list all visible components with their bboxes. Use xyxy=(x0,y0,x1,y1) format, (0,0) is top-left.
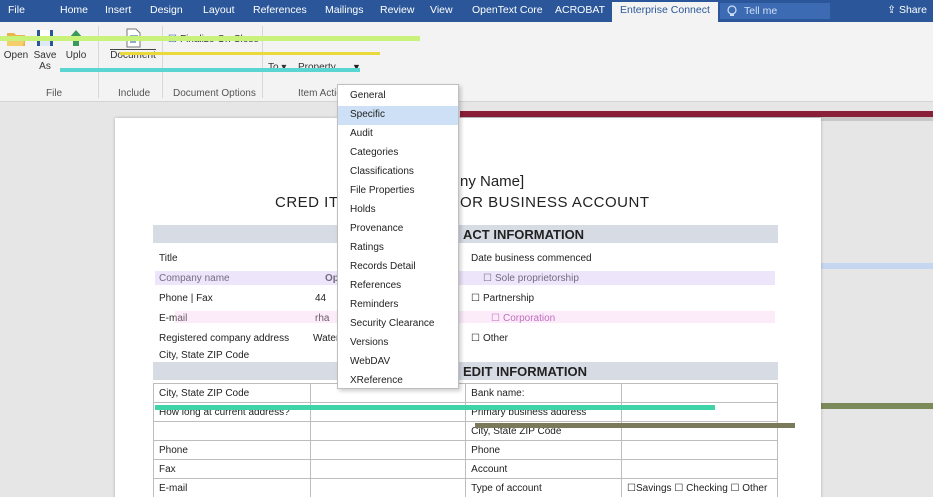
group-label-file: File xyxy=(46,88,63,99)
table-row: E-mail Type of account ☐Savings ☐ Checki… xyxy=(153,478,778,497)
save-as-button[interactable]: Save As xyxy=(32,28,58,72)
group-label-include: Include xyxy=(118,88,151,99)
menu-item-reminders[interactable]: Reminders xyxy=(338,296,458,315)
address-value[interactable]: Water xyxy=(313,333,339,344)
menu-item-file-properties[interactable]: File Properties xyxy=(338,182,458,201)
field-city-state-zip: City, State ZIP Code xyxy=(159,350,250,361)
menu-item-audit[interactable]: Audit xyxy=(338,125,458,144)
ribbon-tab-bar: File Home Insert Design Layout Reference… xyxy=(0,0,933,22)
field-date-commenced: Date business commenced xyxy=(471,253,592,264)
tab-mailings[interactable]: Mailings xyxy=(325,4,364,16)
render-glitch xyxy=(60,68,360,72)
menu-item-ratings[interactable]: Ratings xyxy=(338,239,458,258)
document-label: Document xyxy=(110,49,156,61)
upload-button[interactable]: Uplo xyxy=(62,28,90,61)
document-page[interactable]: ny Name] CRED IT APPLICATION FOR BUSINES… xyxy=(115,118,821,497)
table-cell xyxy=(153,421,311,441)
render-glitch xyxy=(120,52,380,55)
table-cell[interactable] xyxy=(309,478,467,497)
table-cell[interactable] xyxy=(621,459,778,479)
field-title: Title xyxy=(159,253,178,264)
tab-review[interactable]: Review xyxy=(380,4,414,16)
table-row: Phone Phone xyxy=(153,440,778,460)
menu-item-records-detail[interactable]: Records Detail xyxy=(338,258,458,277)
menu-item-categories[interactable]: Categories xyxy=(338,144,458,163)
tell-me-label: Tell me xyxy=(744,5,778,17)
tab-acrobat[interactable]: ACROBAT xyxy=(555,4,605,16)
option-other[interactable]: Other xyxy=(471,333,508,344)
field-registered-address: Registered company address xyxy=(159,333,290,344)
table-cell[interactable] xyxy=(309,459,467,479)
menu-item-classifications[interactable]: Classifications xyxy=(338,163,458,182)
table-cell: Fax xyxy=(153,459,311,479)
credit-information-header: EDIT INFORMATION xyxy=(153,362,778,380)
tab-design[interactable]: Design xyxy=(150,4,183,16)
render-glitch xyxy=(175,311,775,323)
field-phone-fax: Phone | Fax xyxy=(159,293,213,304)
ribbon: Open Save As Uplo Document Finalize On C… xyxy=(0,22,933,102)
tab-layout[interactable]: Layout xyxy=(203,4,235,16)
share-label: Share xyxy=(898,4,927,16)
tab-insert[interactable]: Insert xyxy=(105,4,131,16)
credit-information-label: EDIT INFORMATION xyxy=(463,364,587,379)
group-label-document-options: Document Options xyxy=(173,88,256,99)
table-cell: Account xyxy=(465,459,622,479)
share-icon: ⇪ xyxy=(887,4,899,16)
tell-me-search[interactable]: Tell me xyxy=(720,3,830,19)
share-button[interactable]: ⇪ Share xyxy=(887,4,927,16)
tab-view[interactable]: View xyxy=(430,4,453,16)
table-row: Fax Account xyxy=(153,459,778,479)
table-cell: Phone xyxy=(465,440,622,460)
phone-value[interactable]: 44 xyxy=(315,293,326,304)
menu-item-holds[interactable]: Holds xyxy=(338,201,458,220)
upload-label: Uplo xyxy=(65,50,87,61)
table-cell: Bank name: xyxy=(465,383,622,403)
render-glitch xyxy=(820,263,933,269)
tab-enterprise-connect[interactable]: Enterprise Connect xyxy=(612,2,718,22)
menu-item-specific[interactable]: Specific xyxy=(338,106,458,125)
render-glitch xyxy=(155,271,775,285)
table-cell[interactable] xyxy=(621,440,778,460)
property-dropdown-menu: General Specific Audit Categories Classi… xyxy=(337,84,459,389)
table-cell: Type of account xyxy=(465,478,622,497)
render-glitch xyxy=(0,36,420,41)
table-cell[interactable] xyxy=(309,440,467,460)
menu-item-provenance[interactable]: Provenance xyxy=(338,220,458,239)
group-label-item-actions: Item Actio xyxy=(298,88,342,99)
table-row: City, State ZIP Code Bank name: xyxy=(153,383,778,403)
open-button[interactable]: Open xyxy=(2,28,30,61)
save-as-label-2: As xyxy=(39,61,51,72)
credit-table: City, State ZIP Code Bank name: How long… xyxy=(153,383,778,497)
contact-information-label: ACT INFORMATION xyxy=(463,227,585,242)
render-glitch xyxy=(155,405,715,410)
contact-information-header: ACT INFORMATION xyxy=(153,225,778,243)
tab-home[interactable]: Home xyxy=(60,4,88,16)
table-cell[interactable] xyxy=(621,383,778,403)
tab-opentext-core[interactable]: OpenText Core xyxy=(472,4,543,16)
table-cell[interactable]: ☐Savings ☐ Checking ☐ Other xyxy=(621,478,778,497)
menu-item-security-clearance[interactable]: Security Clearance xyxy=(338,315,458,334)
table-cell: E-mail xyxy=(153,478,311,497)
company-name-heading: ny Name] xyxy=(460,173,525,190)
lightbulb-icon xyxy=(727,5,737,16)
menu-item-references[interactable]: References xyxy=(338,277,458,296)
open-label: Open xyxy=(3,50,29,61)
table-cell: Phone xyxy=(153,440,311,460)
document-area: ny Name] CRED IT APPLICATION FOR BUSINES… xyxy=(0,103,933,497)
menu-item-webdav[interactable]: WebDAV xyxy=(338,353,458,372)
tab-references[interactable]: References xyxy=(253,4,307,16)
document-button[interactable]: Document xyxy=(108,28,158,61)
tab-file[interactable]: File xyxy=(8,4,25,16)
menu-item-general[interactable]: General xyxy=(338,87,458,106)
menu-item-xreference[interactable]: XReference xyxy=(338,372,458,391)
render-glitch xyxy=(475,423,795,428)
table-cell: City, State ZIP Code xyxy=(153,383,311,403)
table-cell[interactable] xyxy=(309,421,467,441)
menu-item-versions[interactable]: Versions xyxy=(338,334,458,353)
option-partnership[interactable]: Partnership xyxy=(471,293,534,304)
save-as-label-1: Save xyxy=(33,50,57,61)
document-title: CRED IT APPLICATION FOR BUSINESS ACCOUNT xyxy=(275,194,650,211)
